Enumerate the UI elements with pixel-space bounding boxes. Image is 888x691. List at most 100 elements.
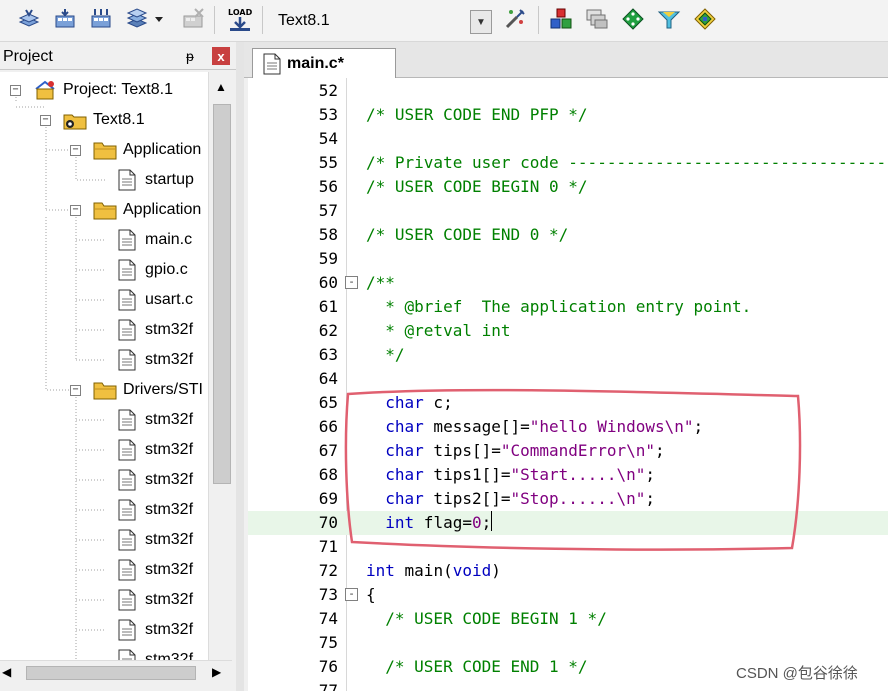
tree-item-label: stm32f <box>145 441 194 458</box>
rebuild-icon[interactable] <box>88 6 114 32</box>
code-text: /* USER CODE END 1 */ <box>366 657 588 676</box>
manage-environment-icon[interactable] <box>584 6 610 32</box>
scroll-up-arrow-icon[interactable]: ▲ <box>209 72 233 102</box>
line-number: 75 <box>318 633 338 652</box>
file-icon <box>114 529 140 551</box>
line-number: 61 <box>318 297 338 316</box>
tree-item[interactable]: stm32f <box>114 405 193 435</box>
file-icon <box>114 559 140 581</box>
file-icon <box>114 349 140 371</box>
toolbar-separator <box>262 6 263 34</box>
close-panel-button[interactable]: x <box>212 47 230 65</box>
collapse-toggle[interactable]: − <box>70 144 81 156</box>
collapse-toggle[interactable]: − <box>10 84 21 96</box>
code-text: * @brief The application entry point. <box>366 297 752 316</box>
code-line[interactable]: 52 <box>248 79 888 103</box>
file-icon <box>114 649 140 660</box>
code-text: /* USER CODE BEGIN 0 */ <box>366 177 588 196</box>
folder-icon <box>92 139 118 161</box>
scroll-left-arrow-icon[interactable]: ◀ <box>2 665 11 679</box>
collapse-toggle[interactable]: − <box>70 384 81 396</box>
tree-item[interactable]: main.c <box>114 225 192 255</box>
collapse-toggle[interactable]: − <box>70 204 81 216</box>
tree-item-label: stm32f <box>145 561 194 578</box>
pin-icon[interactable]: ᵽ <box>186 48 194 64</box>
panel-splitter[interactable] <box>236 42 244 691</box>
code-line[interactable]: 58 /* USER CODE END 0 */ <box>248 223 888 247</box>
code-line[interactable]: 75 <box>248 631 888 655</box>
translate-icon[interactable] <box>16 6 42 32</box>
tree-item[interactable]: stm32f <box>114 525 193 555</box>
build-icon[interactable] <box>52 6 78 32</box>
project-panel-title: Project <box>3 48 53 65</box>
code-line[interactable]: 59 <box>248 247 888 271</box>
tree-item[interactable]: − Application <box>70 195 201 225</box>
run-time-env-icon[interactable] <box>620 6 646 32</box>
fold-toggle[interactable]: - <box>345 588 358 601</box>
file-icon <box>114 169 140 191</box>
stop-build-icon[interactable] <box>180 6 206 32</box>
file-icon <box>114 619 140 641</box>
code-line[interactable]: 73-{ <box>248 583 888 607</box>
tree-item[interactable]: stm32f <box>114 615 193 645</box>
file-icon <box>114 439 140 461</box>
tree-item-label: gpio.c <box>145 261 188 278</box>
line-number: 55 <box>318 153 338 172</box>
tree-item[interactable]: stm32f <box>114 495 193 525</box>
tree-item[interactable]: startup <box>114 165 194 195</box>
pack-installer-icon[interactable] <box>656 6 682 32</box>
tree-item[interactable]: − Application <box>70 135 201 165</box>
code-line[interactable]: 62 * @retval int <box>248 319 888 343</box>
code-text: */ <box>366 345 405 364</box>
scrollbar-thumb[interactable] <box>26 666 196 680</box>
tree-item[interactable]: stm32f <box>114 555 193 585</box>
project-horizontal-scrollbar[interactable]: ◀ ▶ <box>0 660 232 684</box>
target-dropdown-button[interactable]: ▼ <box>470 10 492 34</box>
project-icon <box>32 79 58 101</box>
code-line[interactable]: 54 <box>248 127 888 151</box>
batch-build-icon[interactable] <box>124 6 150 32</box>
line-number: 58 <box>318 225 338 244</box>
line-number: 63 <box>318 345 338 364</box>
tree-item[interactable]: stm32f <box>114 315 193 345</box>
tree-item[interactable]: stm32f <box>114 435 193 465</box>
tab-main-c[interactable]: main.c* <box>252 48 396 79</box>
chevron-down-icon: ▼ <box>476 16 486 28</box>
line-number: 77 <box>318 681 338 691</box>
tree-item[interactable]: stm32f <box>114 465 193 495</box>
download-icon[interactable]: LOAD <box>226 6 254 32</box>
tree-item[interactable]: − Drivers/STI <box>70 375 203 405</box>
code-line[interactable]: 53 /* USER CODE END PFP */ <box>248 103 888 127</box>
tree-item-label: Text8.1 <box>93 111 145 128</box>
code-line[interactable]: 74 /* USER CODE BEGIN 1 */ <box>248 607 888 631</box>
tree-item[interactable]: usart.c <box>114 285 193 315</box>
tree-item-label: usart.c <box>145 291 194 308</box>
tree-item[interactable]: − Text8.1 <box>40 105 145 135</box>
code-line[interactable]: 55 /* Private user code -----------------… <box>248 151 888 175</box>
folder-icon <box>92 199 118 221</box>
code-line[interactable]: 57 <box>248 199 888 223</box>
tree-item[interactable]: stm32f <box>114 585 193 615</box>
scrollbar-thumb[interactable] <box>213 104 231 484</box>
tree-item[interactable]: − Project: Text8.1 <box>10 75 173 105</box>
tree-item-label: Drivers/STI <box>123 381 203 398</box>
tree-item-label: stm32f <box>145 501 194 518</box>
tree-item[interactable]: stm32f <box>114 645 193 660</box>
project-vertical-scrollbar[interactable]: ▲ <box>208 72 232 660</box>
code-line[interactable]: 56 /* USER CODE BEGIN 0 */ <box>248 175 888 199</box>
collapse-toggle[interactable]: − <box>40 114 51 126</box>
target-options-icon[interactable] <box>502 6 528 32</box>
tree-item[interactable]: stm32f <box>114 345 193 375</box>
file-icon <box>114 229 140 251</box>
code-line[interactable]: 63 */ <box>248 343 888 367</box>
chevron-down-icon[interactable] <box>152 6 166 32</box>
code-line[interactable]: 60-/** <box>248 271 888 295</box>
code-line[interactable]: 61 * @brief The application entry point. <box>248 295 888 319</box>
event-recorder-icon[interactable] <box>692 6 718 32</box>
manage-components-icon[interactable] <box>548 6 574 32</box>
code-text: /** <box>366 273 395 292</box>
tree-item[interactable]: gpio.c <box>114 255 188 285</box>
scroll-right-arrow-icon[interactable]: ▶ <box>212 665 221 679</box>
fold-toggle[interactable]: - <box>345 276 358 289</box>
code-line[interactable]: 72 int main(void) <box>248 559 888 583</box>
